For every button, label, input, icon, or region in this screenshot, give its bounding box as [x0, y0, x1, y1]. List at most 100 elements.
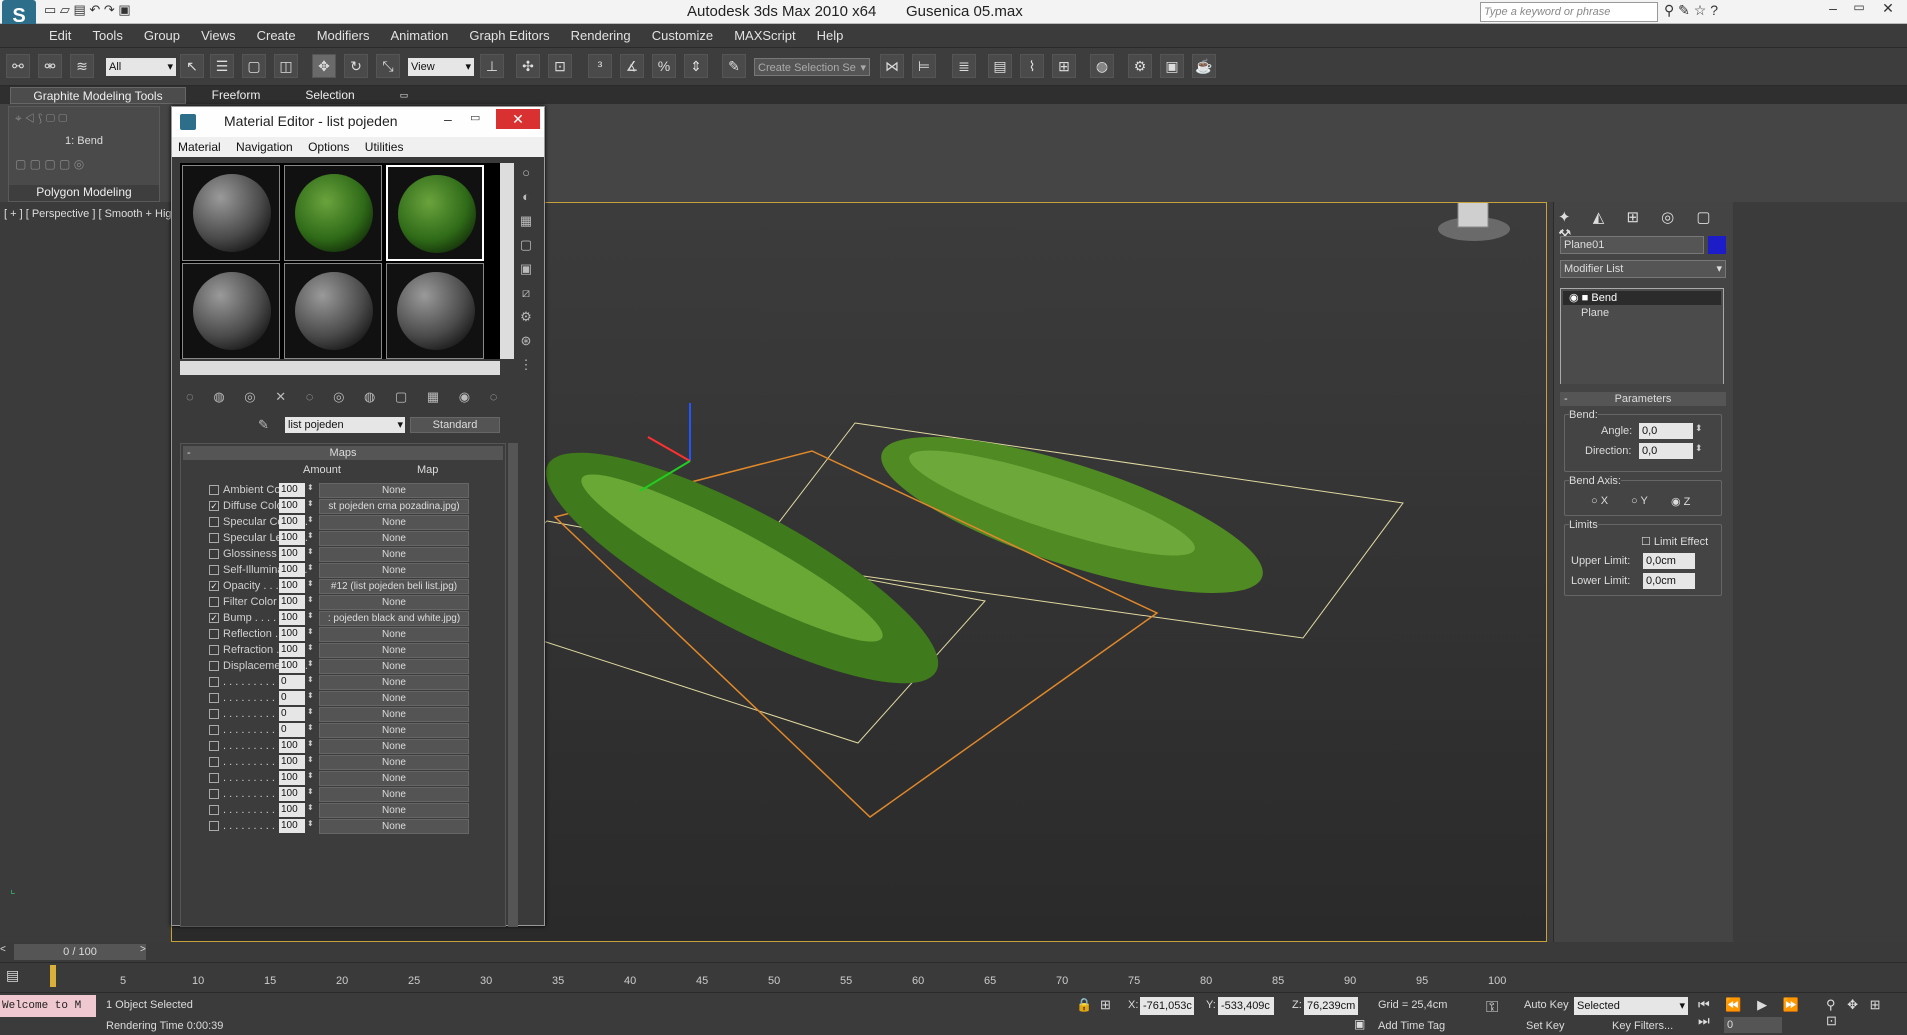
lock-icon[interactable]: 🔒 — [1076, 997, 1092, 1013]
map-checkbox[interactable] — [209, 533, 219, 543]
make-preview-icon[interactable]: ⧄ — [516, 285, 536, 305]
map-amount-input[interactable]: 100 — [279, 531, 305, 545]
snap-3d-icon[interactable]: ³ — [588, 54, 612, 78]
material-type-button[interactable]: Standard — [410, 417, 500, 433]
maximize-button[interactable]: ▭ — [1846, 0, 1872, 22]
material-editor-window[interactable]: Material Editor - list pojeden – ▭ ✕ Mat… — [171, 106, 545, 927]
map-amount-input[interactable]: 100 — [279, 627, 305, 641]
map-button[interactable]: None — [319, 691, 469, 706]
map-amount-spinner[interactable]: ⬍ — [307, 723, 314, 732]
select-manipulate-icon[interactable]: ✣ — [516, 54, 540, 78]
background-icon[interactable]: ▦ — [516, 213, 536, 233]
z-coordinate[interactable]: 76,239cm — [1304, 997, 1358, 1015]
map-amount-input[interactable]: 100 — [279, 787, 305, 801]
map-button[interactable]: None — [319, 803, 469, 818]
menu-create[interactable]: Create — [248, 24, 305, 47]
map-amount-input[interactable]: 100 — [279, 755, 305, 769]
map-checkbox[interactable] — [209, 629, 219, 639]
map-button[interactable]: None — [319, 819, 469, 834]
me-minimize-button[interactable]: – — [444, 111, 464, 127]
map-checkbox[interactable] — [209, 805, 219, 815]
viewcube[interactable] — [1438, 198, 1510, 241]
map-button[interactable]: None — [319, 531, 469, 546]
me-close-button[interactable]: ✕ — [496, 109, 540, 129]
material-toolbar[interactable]: ◌ ◍ ◎ ✕ ◌ ◎ ◍ ▢ ▦ ◉ ◌ — [186, 389, 506, 407]
backlight-icon[interactable]: ◐ — [516, 189, 536, 209]
sample-type-icon[interactable]: ○ — [516, 165, 536, 185]
keyboard-shortcut-icon[interactable]: ⊡ — [548, 54, 572, 78]
key-filters-button[interactable]: Key Filters... — [1612, 1020, 1673, 1032]
sample-vscrollbar[interactable] — [500, 163, 514, 359]
upper-limit-input[interactable]: 0,0cm — [1643, 553, 1695, 569]
close-button[interactable]: ✕ — [1874, 0, 1902, 22]
render-teapot-icon[interactable]: ☕ — [1192, 54, 1216, 78]
map-button[interactable]: None — [319, 483, 469, 498]
map-amount-spinner[interactable]: ⬍ — [307, 771, 314, 780]
map-checkbox[interactable]: ✓ — [209, 501, 219, 511]
map-button[interactable]: None — [319, 787, 469, 802]
map-checkbox[interactable] — [209, 565, 219, 575]
select-by-material-icon[interactable]: ⊛ — [516, 333, 536, 353]
map-amount-spinner[interactable]: ⬍ — [307, 483, 314, 492]
sample-slot[interactable] — [284, 165, 382, 261]
lower-limit-input[interactable]: 0,0cm — [1643, 573, 1695, 589]
time-slider[interactable]: < 0 / 100 > — [0, 942, 1907, 962]
menu-animation[interactable]: Animation — [382, 24, 458, 47]
menu-graph-editors[interactable]: Graph Editors — [460, 24, 558, 47]
lightbulb-icon[interactable]: ◉ — [1569, 292, 1579, 304]
map-button[interactable]: None — [319, 723, 469, 738]
map-checkbox[interactable] — [209, 725, 219, 735]
map-button[interactable]: st pojeden crna pozadina.jpg) — [319, 499, 469, 514]
map-checkbox[interactable] — [209, 741, 219, 751]
named-selection-dropdown[interactable]: Create Selection Se ▾ — [754, 58, 870, 76]
me-menu-utilities[interactable]: Utilities — [359, 137, 410, 157]
map-checkbox[interactable] — [209, 661, 219, 671]
map-button[interactable]: None — [319, 643, 469, 658]
add-time-tag[interactable]: Add Time Tag — [1378, 1020, 1445, 1032]
map-button[interactable]: : pojeden black and white.jpg) — [319, 611, 469, 626]
layer-manager-icon[interactable]: ≣ — [952, 54, 976, 78]
axis-y-radio[interactable]: ○ Y — [1631, 495, 1648, 507]
window-crossing-icon[interactable]: ◫ — [274, 54, 298, 78]
map-amount-input[interactable]: 100 — [279, 547, 305, 561]
map-amount-spinner[interactable]: ⬍ — [307, 819, 314, 828]
tab-graphite-modeling-tools[interactable]: Graphite Modeling Tools — [10, 87, 186, 104]
sample-slot[interactable] — [284, 263, 382, 359]
material-editor-titlebar[interactable]: Material Editor - list pojeden – ▭ ✕ — [172, 107, 544, 137]
angle-input[interactable]: 0,0 — [1639, 423, 1693, 439]
select-object-icon[interactable]: ↖ — [180, 54, 204, 78]
sample-slot[interactable] — [386, 263, 484, 359]
material-name-input[interactable]: list pojeden ▾ — [285, 417, 405, 433]
axis-z-radio[interactable]: ◉ Z — [1671, 495, 1690, 508]
map-checkbox[interactable] — [209, 597, 219, 607]
pivot-icon[interactable]: ⊥ — [480, 54, 504, 78]
map-checkbox[interactable] — [209, 677, 219, 687]
next-frame-button[interactable]: > — [140, 944, 152, 960]
video-check-icon[interactable]: ▣ — [516, 261, 536, 281]
menu-views[interactable]: Views — [192, 24, 244, 47]
me-menu-navigation[interactable]: Navigation — [230, 137, 299, 157]
menu-group[interactable]: Group — [135, 24, 189, 47]
menu-help[interactable]: Help — [808, 24, 853, 47]
maps-rollout-header[interactable]: - Maps — [183, 446, 503, 460]
map-amount-input[interactable]: 100 — [279, 483, 305, 497]
key-mode-dropdown[interactable]: Selected ▾ — [1574, 997, 1688, 1015]
object-color-swatch[interactable] — [1708, 236, 1726, 254]
me-menu-options[interactable]: Options — [302, 137, 355, 157]
angle-snap-icon[interactable]: ∡ — [620, 54, 644, 78]
map-amount-spinner[interactable]: ⬍ — [307, 659, 314, 668]
map-button[interactable]: None — [319, 515, 469, 530]
viewport-label[interactable]: [ + ] [ Perspective ] [ Smooth + High — [4, 208, 178, 220]
stack-item-bend[interactable]: ◉ ■ Bend — [1563, 291, 1721, 305]
mirror-icon[interactable]: ⋈ — [880, 54, 904, 78]
map-amount-input[interactable]: 100 — [279, 803, 305, 817]
map-button[interactable]: None — [319, 547, 469, 562]
map-amount-spinner[interactable]: ⬍ — [307, 627, 314, 636]
ribbon-tool-icons[interactable]: ⌖ ◁ ⟆ ▢ ▢ — [15, 111, 155, 129]
sample-slot[interactable] — [182, 165, 280, 261]
menu-edit[interactable]: Edit — [40, 24, 80, 47]
me-menu-material[interactable]: Material — [172, 137, 227, 157]
x-coordinate[interactable]: -761,053c — [1140, 997, 1194, 1015]
current-frame-marker[interactable] — [50, 965, 56, 987]
map-checkbox[interactable] — [209, 757, 219, 767]
